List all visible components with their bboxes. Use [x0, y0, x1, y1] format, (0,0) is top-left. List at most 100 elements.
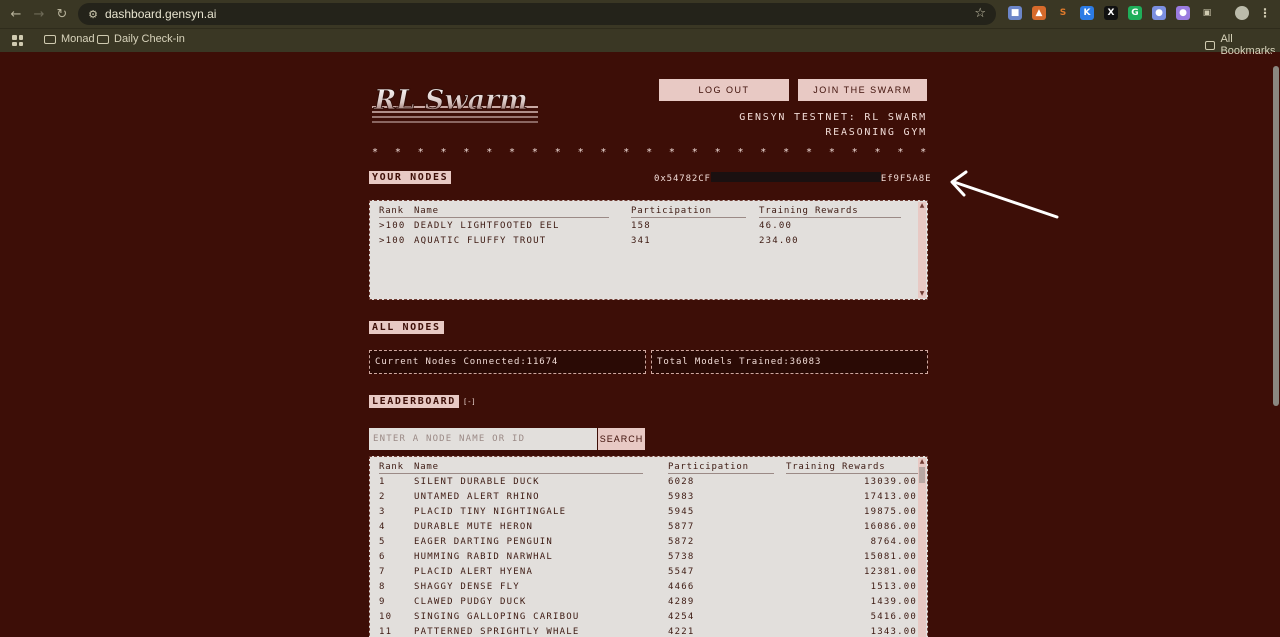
scrollbar[interactable]: ▲ ▼ — [918, 202, 926, 298]
bookmark-star-icon[interactable]: ☆ — [974, 6, 986, 21]
address-redacted — [710, 172, 881, 182]
cell-participation: 4466 — [668, 582, 695, 592]
folder-icon — [44, 34, 56, 44]
cell-rank: 4 — [379, 522, 386, 532]
column-header-name: Name — [414, 206, 439, 216]
cell-rewards: 15081.00 — [864, 552, 917, 562]
cell-rewards: 1513.00 — [870, 582, 917, 592]
cell-name: PATTERNED SPRIGHTLY WHALE — [414, 627, 580, 637]
bookmark-monad[interactable]: Monad — [44, 33, 95, 45]
total-models-stat: Total Models Trained:36083 — [651, 350, 928, 374]
node-search-input[interactable] — [369, 428, 597, 450]
cell-name: SHAGGY DENSE FLY — [414, 582, 520, 592]
cell-participation: 4289 — [668, 597, 695, 607]
page-scroll-thumb[interactable] — [1273, 66, 1279, 406]
extension-icon[interactable]: K — [1080, 6, 1094, 20]
cell-participation: 5945 — [668, 507, 695, 517]
x-icon[interactable]: X — [1104, 6, 1118, 20]
puzzle-icon[interactable]: ▣ — [1200, 6, 1214, 20]
scroll-down-icon[interactable]: ▼ — [918, 290, 926, 298]
menu-icon[interactable]: ⋮ — [1258, 6, 1272, 20]
cell-rewards: 17413.00 — [864, 492, 917, 502]
network-title: GENSYN TESTNET: RL SWARM REASONING GYM — [739, 110, 927, 140]
column-header-participation: Participation — [631, 206, 712, 216]
bookmark-daily-check-in[interactable]: Daily Check-in — [97, 33, 185, 45]
scroll-up-icon[interactable]: ▲ — [918, 202, 926, 210]
cell-name: SILENT DURABLE DUCK — [414, 477, 540, 487]
forward-icon[interactable]: → — [31, 6, 47, 22]
cell-rewards: 12381.00 — [864, 567, 917, 577]
cell-name: EAGER DARTING PENGUIN — [414, 537, 553, 547]
extension-icon[interactable]: S — [1056, 6, 1070, 20]
avatar[interactable] — [1235, 6, 1249, 20]
cell-participation: 4221 — [668, 627, 695, 637]
cell-participation: 341 — [631, 236, 651, 246]
column-header-participation: Participation — [668, 462, 749, 472]
bookmarks-bar: Monad Daily Check-in All Bookmarks — [0, 28, 1280, 57]
scroll-thumb[interactable] — [919, 467, 925, 483]
cell-rewards: 16086.00 — [864, 522, 917, 532]
folder-icon — [1205, 40, 1216, 50]
cell-name: DURABLE MUTE HERON — [414, 522, 534, 532]
cell-participation: 5872 — [668, 537, 695, 547]
cell-rewards: 19875.00 — [864, 507, 917, 517]
column-header-rewards: Training Rewards — [786, 462, 886, 472]
leaderboard-toggle[interactable]: [-] — [463, 398, 476, 406]
cell-rank: >100 — [379, 236, 406, 246]
your-nodes-table[interactable]: Rank Name Participation Training Rewards… — [369, 200, 928, 300]
cell-rank: 7 — [379, 567, 386, 577]
cell-name: CLAWED PUDGY DUCK — [414, 597, 527, 607]
page-scrollbar[interactable] — [1272, 52, 1280, 637]
annotation-arrow — [950, 170, 1059, 219]
reload-icon[interactable]: ↻ — [54, 6, 70, 22]
current-nodes-stat: Current Nodes Connected:11674 — [369, 350, 646, 374]
join-swarm-button[interactable]: JOIN THE SWARM — [798, 79, 927, 101]
cell-rank: 5 — [379, 537, 386, 547]
all-nodes-label: ALL NODES — [369, 321, 444, 334]
column-header-rank: Rank — [379, 206, 404, 216]
column-header-name: Name — [414, 462, 439, 472]
leaderboard-table[interactable]: Rank Name Participation Training Rewards… — [369, 456, 928, 637]
cell-participation: 158 — [631, 221, 651, 231]
header-underline — [668, 473, 774, 474]
metamask-icon[interactable]: ▲ — [1032, 6, 1046, 20]
scrollbar[interactable]: ▲ ▼ — [918, 458, 926, 637]
network-line-1: GENSYN TESTNET: RL SWARM — [739, 112, 927, 123]
back-icon[interactable]: ← — [8, 6, 24, 22]
cell-participation: 5738 — [668, 552, 695, 562]
extension-icon[interactable]: ■ — [1008, 6, 1022, 20]
cell-rank: 11 — [379, 627, 393, 637]
apps-icon[interactable] — [12, 35, 23, 46]
cell-rank: 9 — [379, 597, 386, 607]
cell-rewards: 5416.00 — [870, 612, 917, 622]
extension-icon[interactable]: ● — [1176, 6, 1190, 20]
folder-icon — [97, 34, 109, 44]
extension-icon[interactable]: ● — [1152, 6, 1166, 20]
header-underline — [759, 217, 901, 218]
cell-rank: 3 — [379, 507, 386, 517]
cell-participation: 6028 — [668, 477, 695, 487]
cell-name: PLACID TINY NIGHTINGALE — [414, 507, 567, 517]
cell-rewards: 1343.00 — [870, 627, 917, 637]
scroll-up-icon[interactable]: ▲ — [918, 458, 926, 466]
rl-swarm-logo: RL Swarm — [372, 85, 538, 123]
cell-rank: 6 — [379, 552, 386, 562]
cell-rank: >100 — [379, 221, 406, 231]
address-bar[interactable]: ⚙ dashboard.gensyn.ai ☆ — [78, 3, 996, 25]
site-info-icon[interactable]: ⚙ — [86, 7, 100, 21]
header-underline — [379, 473, 643, 474]
stars-divider: * * * * * * * * * * * * * * * * * * * * … — [372, 147, 928, 158]
log-out-button[interactable]: LOG OUT — [659, 79, 789, 101]
cell-participation: 4254 — [668, 612, 695, 622]
search-button[interactable]: SEARCH — [598, 428, 645, 450]
header-underline — [379, 217, 609, 218]
cell-name: PLACID ALERT HYENA — [414, 567, 534, 577]
cell-rank: 2 — [379, 492, 386, 502]
extension-icon[interactable]: G — [1128, 6, 1142, 20]
logo-text: RL Swarm — [373, 85, 528, 116]
cell-participation: 5547 — [668, 567, 695, 577]
column-header-rank: Rank — [379, 462, 404, 472]
cell-rewards: 8764.00 — [870, 537, 917, 547]
address-suffix: Ef9F5A8E — [880, 174, 932, 184]
cell-name: SINGING GALLOPING CARIBOU — [414, 612, 580, 622]
